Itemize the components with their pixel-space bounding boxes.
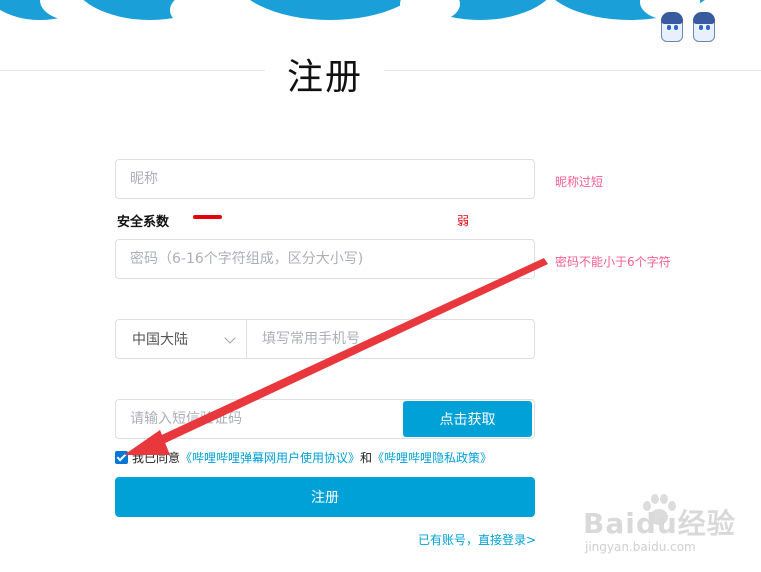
baidu-jingyan-watermark: Baidu经验 jingyan.baidu.com [583, 490, 753, 560]
page-title: 注册 [287, 57, 364, 98]
privacy-policy-link[interactable]: 《哔哩哔哩隐私政策》 [372, 449, 492, 466]
password-input[interactable] [116, 240, 534, 278]
header-cloud-banner [0, 0, 761, 22]
password-field[interactable] [115, 239, 535, 279]
login-link[interactable]: 已有账号，直接登录> [418, 531, 536, 548]
agreement-prefix: 我已同意 [132, 451, 181, 465]
nickname-field[interactable] [115, 159, 535, 199]
security-level-label: 安全系数 [117, 215, 170, 230]
user-agreement-link[interactable]: 《哔哩哔哩弹幕网用户使用协议》 [180, 449, 360, 466]
nickname-input[interactable] [116, 160, 534, 198]
nickname-error-hint: 昵称过短 [555, 175, 604, 189]
register-button[interactable]: 注册 [115, 477, 535, 517]
sms-code-field: 点击获取 [115, 399, 535, 439]
watermark-brand: Baidu经验 [583, 507, 736, 540]
phone-field: 中国大陆 [115, 319, 535, 359]
agreement-row: 我已同意 《哔哩哔哩弹幕网用户使用协议》 和 《哔哩哔哩隐私政策》 [115, 449, 492, 466]
phone-input[interactable] [248, 320, 534, 358]
agreement-checkbox[interactable] [115, 451, 128, 464]
get-sms-code-button[interactable]: 点击获取 [403, 401, 532, 437]
chevron-down-icon [224, 332, 236, 344]
password-error-hint: 密码不能小于6个字符 [555, 255, 671, 269]
region-select-value: 中国大陆 [132, 332, 188, 348]
mascot-illustration [661, 6, 721, 46]
security-strength-bar [193, 215, 222, 219]
agreement-and: 和 [360, 451, 373, 465]
title-divider-left [0, 70, 265, 71]
security-level-value: 弱 [457, 214, 470, 228]
region-select[interactable]: 中国大陆 [116, 320, 247, 358]
sms-code-input[interactable] [116, 400, 404, 438]
watermark-url: jingyan.baidu.com [585, 540, 696, 554]
title-divider-right [384, 70, 761, 71]
